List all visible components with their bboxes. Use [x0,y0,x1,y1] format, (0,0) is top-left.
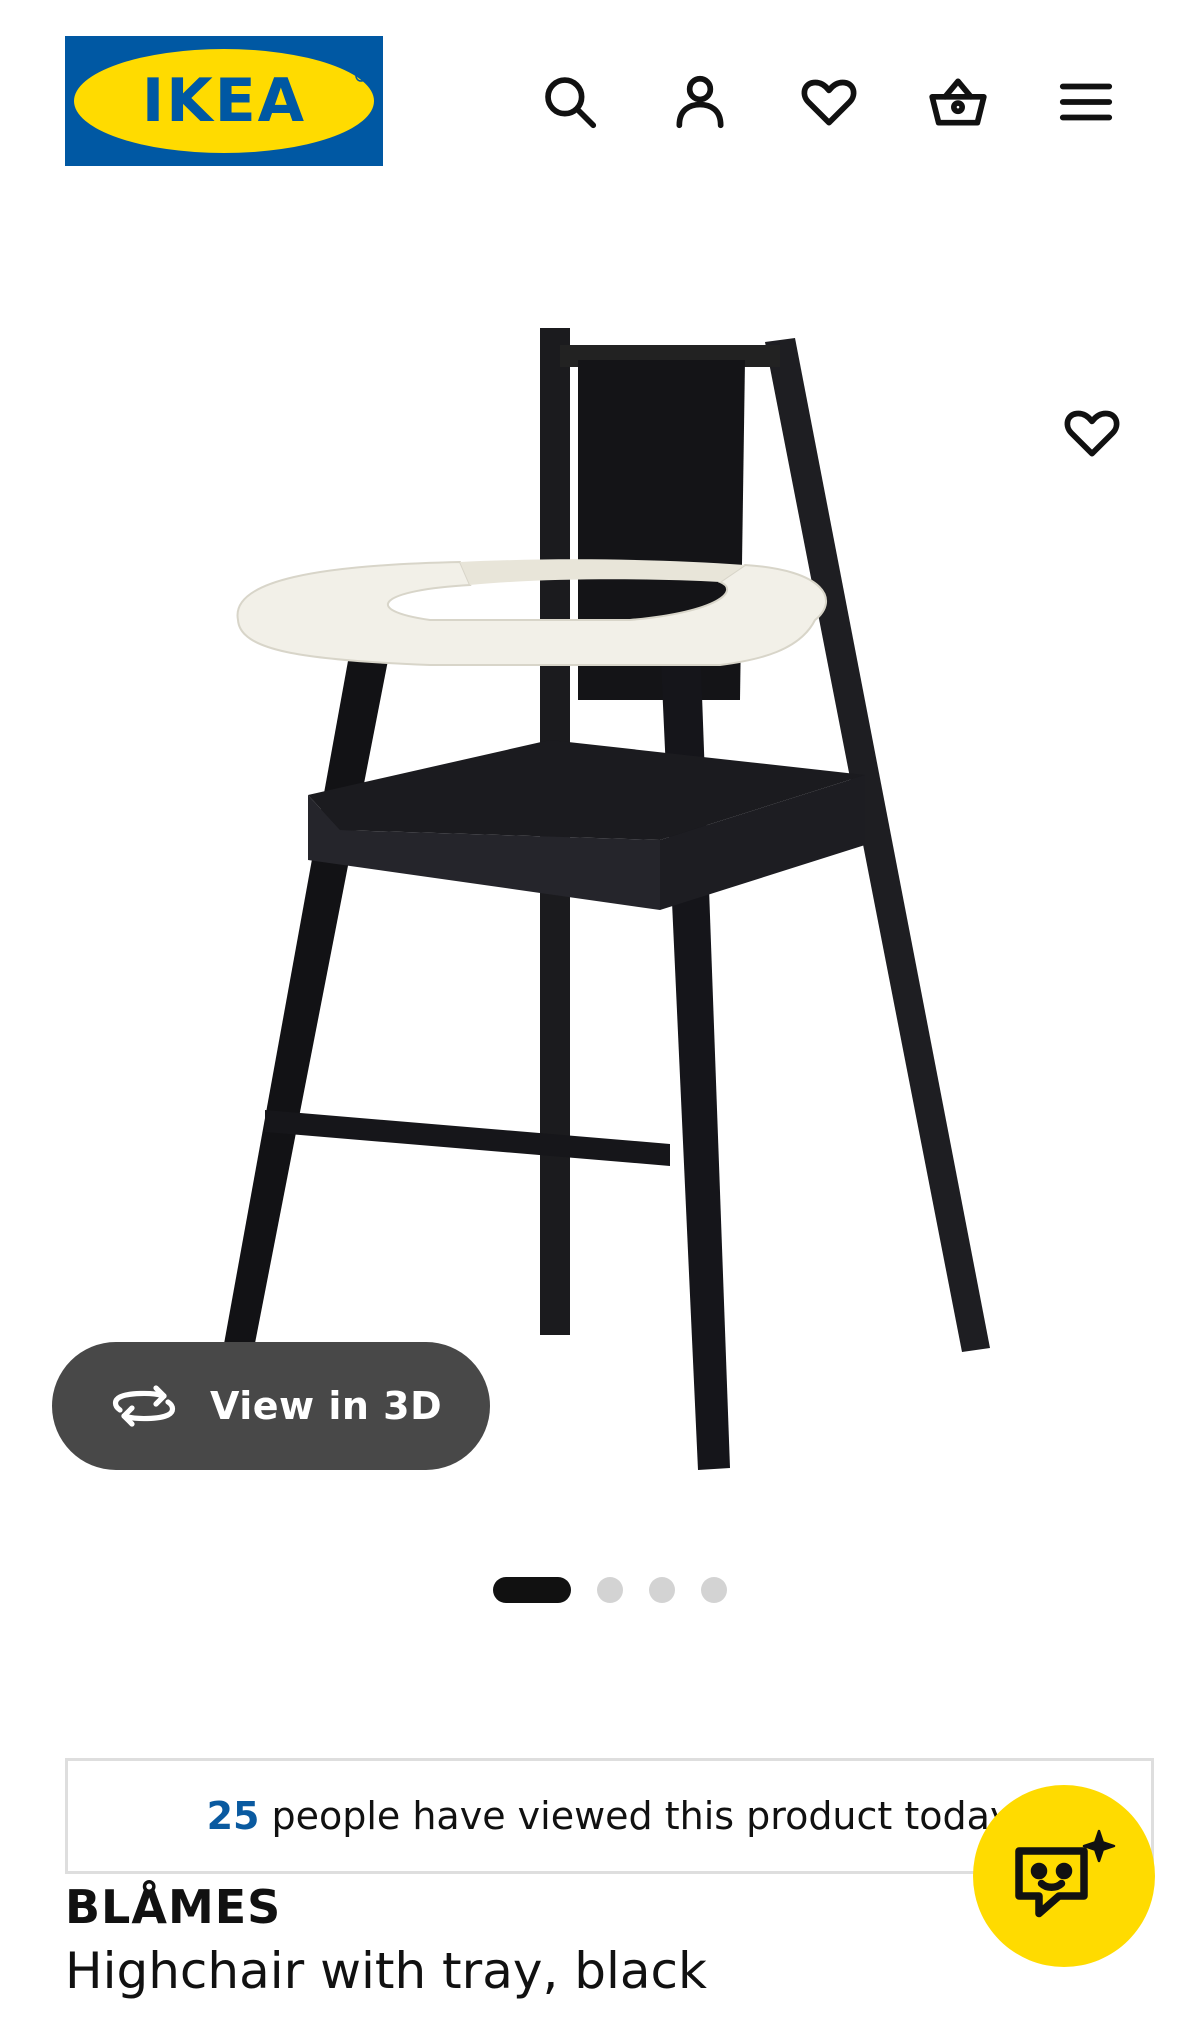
product-image[interactable] [200,320,1060,1510]
ikea-logo-text: IKEA [142,66,306,136]
search-icon [545,77,597,129]
heart-icon [1064,410,1120,457]
viewed-count: 25 [206,1794,260,1838]
view-in-3d-button[interactable]: View in 3D [52,1342,490,1470]
search-button[interactable] [530,62,610,142]
carousel-dot-2[interactable] [597,1577,623,1603]
basket-button[interactable] [918,62,998,142]
rotate-3d-icon [112,1385,176,1427]
profile-icon [676,75,724,129]
chat-bot-icon [1015,1829,1116,1918]
menu-icon [1059,83,1113,121]
view-in-3d-label: View in 3D [210,1384,443,1428]
product-name: BLÅMES [65,1880,282,1934]
add-to-favourites-button[interactable] [1052,398,1132,468]
ikea-logo[interactable]: IKEA [65,36,383,166]
header: IKEA [0,0,1202,200]
carousel-dot-3[interactable] [649,1577,675,1603]
carousel-dot-1[interactable] [493,1577,571,1603]
carousel-dot-4[interactable] [701,1577,727,1603]
viewed-text: people have viewed this product today [271,1794,1013,1838]
product-description: Highchair with tray, black [65,1942,707,2000]
carousel-indicators [493,1576,727,1604]
chat-assistant-button[interactable] [973,1785,1155,1967]
profile-button[interactable] [660,62,740,142]
favourites-button[interactable] [789,62,869,142]
heart-icon [801,79,857,126]
basket-icon [929,78,987,126]
menu-button[interactable] [1046,62,1126,142]
